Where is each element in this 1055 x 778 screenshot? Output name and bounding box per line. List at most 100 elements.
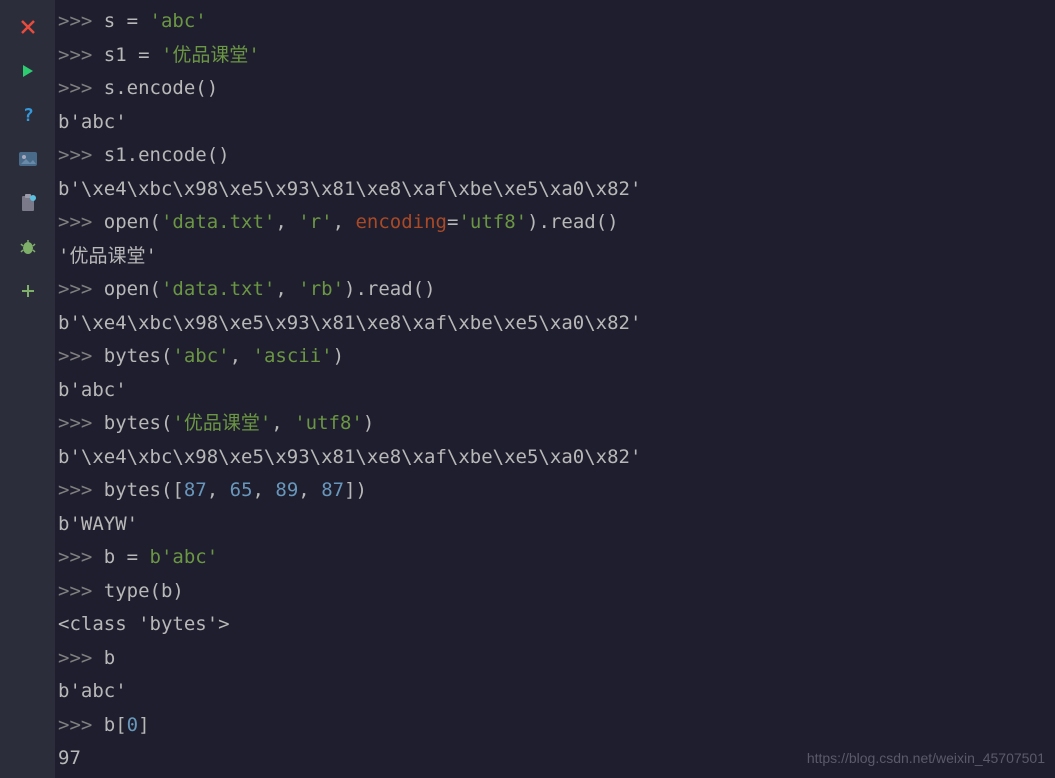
code-token: ).read() <box>527 211 619 233</box>
console-input-line: >>> s = 'abc' <box>55 5 1055 39</box>
console-output-line: b'\xe4\xbc\x98\xe5\x93\x81\xe8\xaf\xbe\x… <box>55 307 1055 341</box>
console-output-line: b'WAYW' <box>55 508 1055 542</box>
watermark: https://blog.csdn.net/weixin_45707501 <box>807 750 1045 766</box>
console-input-line: >>> b <box>55 642 1055 676</box>
code-token: s.encode() <box>104 77 218 99</box>
code-token: bytes([ <box>104 479 184 501</box>
code-token: , <box>230 345 253 367</box>
output-text: b'\xe4\xbc\x98\xe5\x93\x81\xe8\xaf\xbe\x… <box>58 178 641 200</box>
prompt: >>> <box>58 714 104 736</box>
image-icon[interactable] <box>16 147 40 171</box>
console-input-line: >>> b[0] <box>55 709 1055 743</box>
code-token: encoding <box>355 211 447 233</box>
code-token: s = <box>104 10 150 32</box>
code-token: 'utf8' <box>458 211 527 233</box>
prompt: >>> <box>58 479 104 501</box>
console-output-line: b'abc' <box>55 374 1055 408</box>
code-token: 87 <box>184 479 207 501</box>
prompt: >>> <box>58 10 104 32</box>
output-text: <class 'bytes'> <box>58 613 230 635</box>
code-token: , <box>333 211 356 233</box>
console-input-line: >>> s.encode() <box>55 72 1055 106</box>
code-token: , <box>253 479 276 501</box>
output-text: b'abc' <box>58 111 127 133</box>
add-icon[interactable] <box>16 279 40 303</box>
console-input-line: >>> s1 = '优品课堂' <box>55 39 1055 73</box>
console-output-line: <class 'bytes'> <box>55 608 1055 642</box>
code-token: open( <box>104 278 161 300</box>
output-text: 97 <box>58 747 81 769</box>
code-token: ) <box>333 345 344 367</box>
console-input-line: >>> b = b'abc' <box>55 541 1055 575</box>
prompt: >>> <box>58 345 104 367</box>
help-icon[interactable]: ? <box>16 103 40 127</box>
console-input-line: >>> s1.encode() <box>55 139 1055 173</box>
prompt: >>> <box>58 546 104 568</box>
prompt: >>> <box>58 77 104 99</box>
code-token: = <box>447 211 458 233</box>
code-token: s1 = <box>104 44 161 66</box>
close-icon[interactable] <box>16 15 40 39</box>
code-token: '优品课堂' <box>161 44 260 66</box>
output-text: b'WAYW' <box>58 513 138 535</box>
console-input-line: >>> bytes([87, 65, 89, 87]) <box>55 474 1055 508</box>
output-text: b'abc' <box>58 680 127 702</box>
prompt: >>> <box>58 44 104 66</box>
output-text: b'\xe4\xbc\x98\xe5\x93\x81\xe8\xaf\xbe\x… <box>58 446 641 468</box>
console-output-line: b'abc' <box>55 675 1055 709</box>
paste-icon[interactable] <box>16 191 40 215</box>
output-text: b'abc' <box>58 379 127 401</box>
code-token: 'utf8' <box>294 412 363 434</box>
console-output-line: b'\xe4\xbc\x98\xe5\x93\x81\xe8\xaf\xbe\x… <box>55 173 1055 207</box>
code-token: type(b) <box>104 580 184 602</box>
code-token: 'abc' <box>172 345 229 367</box>
debug-icon[interactable] <box>16 235 40 259</box>
code-token: , <box>271 412 294 434</box>
code-token: 'data.txt' <box>161 211 275 233</box>
console-input-line: >>> open('data.txt', 'r', encoding='utf8… <box>55 206 1055 240</box>
code-token: , <box>207 479 230 501</box>
prompt: >>> <box>58 278 104 300</box>
svg-text:?: ? <box>23 106 34 124</box>
prompt: >>> <box>58 647 104 669</box>
code-token: , <box>298 479 321 501</box>
code-token: b[ <box>104 714 127 736</box>
code-token: ]) <box>344 479 367 501</box>
toolbar: ? <box>0 0 55 778</box>
code-token: bytes( <box>104 412 173 434</box>
prompt: >>> <box>58 211 104 233</box>
console-input-line: >>> bytes('优品课堂', 'utf8') <box>55 407 1055 441</box>
code-token: 'abc' <box>150 10 207 32</box>
code-token: , <box>275 211 298 233</box>
code-token: bytes( <box>104 345 173 367</box>
code-token: , <box>275 278 298 300</box>
code-token: 0 <box>127 714 138 736</box>
console-output-line: b'abc' <box>55 106 1055 140</box>
console-input-line: >>> open('data.txt', 'rb').read() <box>55 273 1055 307</box>
code-token: s1.encode() <box>104 144 230 166</box>
code-token: 'r' <box>298 211 332 233</box>
code-token: 'ascii' <box>253 345 333 367</box>
code-token: 89 <box>275 479 298 501</box>
console-input-line: >>> bytes('abc', 'ascii') <box>55 340 1055 374</box>
code-token: 'data.txt' <box>161 278 275 300</box>
run-icon[interactable] <box>16 59 40 83</box>
code-token: ) <box>363 412 374 434</box>
code-token: '优品课堂' <box>172 412 271 434</box>
code-token: 65 <box>230 479 253 501</box>
console-input-line: >>> type(b) <box>55 575 1055 609</box>
code-token: ] <box>138 714 149 736</box>
python-console[interactable]: >>> s = 'abc'>>> s1 = '优品课堂'>>> s.encode… <box>55 0 1055 778</box>
prompt: >>> <box>58 580 104 602</box>
output-text: b'\xe4\xbc\x98\xe5\x93\x81\xe8\xaf\xbe\x… <box>58 312 641 334</box>
console-output-line: b'\xe4\xbc\x98\xe5\x93\x81\xe8\xaf\xbe\x… <box>55 441 1055 475</box>
code-token: ).read() <box>344 278 436 300</box>
code-token: b = <box>104 546 150 568</box>
console-output-line: '优品课堂' <box>55 240 1055 274</box>
code-token: b'abc' <box>150 546 219 568</box>
prompt: >>> <box>58 412 104 434</box>
code-token: b <box>104 647 115 669</box>
code-token: 'rb' <box>298 278 344 300</box>
output-text: '优品课堂' <box>58 245 157 267</box>
code-token: 87 <box>321 479 344 501</box>
